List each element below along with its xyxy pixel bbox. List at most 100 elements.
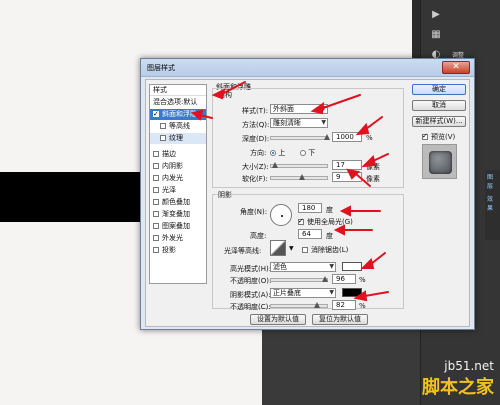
angle-input[interactable]: 180 bbox=[298, 203, 322, 213]
style-item-outer-glow[interactable]: 外发光 bbox=[150, 233, 206, 244]
depth-input[interactable]: 1000 bbox=[332, 132, 362, 142]
size-slider[interactable] bbox=[270, 162, 328, 168]
direction-down-radio[interactable] bbox=[300, 150, 306, 156]
global-light-checkbox[interactable] bbox=[298, 217, 304, 225]
style-item-bevel[interactable]: 斜面和浮雕 bbox=[150, 109, 206, 120]
style-preview-swatch bbox=[429, 151, 452, 174]
direction-up-option[interactable]: 上 bbox=[270, 148, 285, 158]
shadow-color-swatch[interactable] bbox=[342, 288, 362, 297]
highlight-color-swatch[interactable] bbox=[342, 262, 362, 271]
preview-checkbox[interactable] bbox=[422, 132, 428, 140]
satin-checkbox[interactable] bbox=[153, 187, 159, 193]
play-icon[interactable]: ▶ bbox=[429, 8, 443, 22]
layer-style-dialog: 图层样式 ✕ 样式 混合选项:默认 斜面和浮雕 等高线 纹理 描边 内阴影 内发… bbox=[140, 58, 475, 330]
altitude-input[interactable]: 64 bbox=[298, 229, 322, 239]
style-item-gradient-overlay[interactable]: 渐变叠加 bbox=[150, 209, 206, 220]
style-item-inner-glow[interactable]: 内发光 bbox=[150, 173, 206, 184]
style-item-label: 描边 bbox=[162, 150, 176, 158]
preview-label: 预览(V) bbox=[431, 133, 456, 141]
make-default-button[interactable]: 设置为默认值 bbox=[250, 314, 306, 325]
grid-icon[interactable]: ▦ bbox=[429, 28, 443, 42]
outer-glow-checkbox[interactable] bbox=[153, 235, 159, 241]
size-slider-thumb[interactable] bbox=[271, 162, 278, 168]
ok-button[interactable]: 确定 bbox=[412, 84, 466, 95]
direction-up-label: 上 bbox=[278, 149, 286, 157]
style-item-contour[interactable]: 等高线 bbox=[150, 121, 206, 132]
style-item-texture[interactable]: 纹理 bbox=[150, 133, 206, 144]
size-unit: 像素 bbox=[366, 163, 380, 171]
strip-label-layers[interactable]: 图层 bbox=[485, 170, 500, 192]
highlight-opacity-input[interactable]: 96 bbox=[332, 274, 356, 284]
new-style-button[interactable]: 新建样式(W)... bbox=[412, 116, 466, 127]
style-item-color-overlay[interactable]: 颜色叠加 bbox=[150, 197, 206, 208]
direction-up-radio[interactable] bbox=[270, 150, 276, 156]
style-item-pattern-overlay[interactable]: 图案叠加 bbox=[150, 221, 206, 232]
shadow-opacity-input[interactable]: 82 bbox=[332, 300, 356, 310]
style-item-drop-shadow[interactable]: 投影 bbox=[150, 245, 206, 256]
style-item-satin[interactable]: 光泽 bbox=[150, 185, 206, 196]
angle-dial[interactable] bbox=[270, 204, 292, 226]
watermark-brand: 脚本之家 bbox=[422, 377, 494, 398]
style-item-inner-shadow[interactable]: 内阴影 bbox=[150, 161, 206, 172]
bevel-style-select[interactable]: 外斜面 ▼ bbox=[270, 104, 328, 114]
style-label: 样式(T): bbox=[242, 107, 269, 115]
preview-option[interactable]: 预览(V) bbox=[422, 132, 455, 142]
depth-slider-thumb[interactable] bbox=[324, 134, 330, 140]
size-label: 大小(Z): bbox=[242, 163, 269, 171]
style-item-label: 纹理 bbox=[169, 134, 183, 142]
shadow-opacity-slider[interactable] bbox=[270, 302, 328, 308]
blend-options-item[interactable]: 混合选项:默认 bbox=[150, 97, 206, 108]
angle-label: 角度(N): bbox=[240, 208, 268, 216]
chevron-down-icon: ▼ bbox=[329, 289, 334, 296]
strip-label-effects[interactable]: 效果 bbox=[485, 192, 500, 214]
shadow-mode-label: 阴影模式(A): bbox=[230, 291, 271, 299]
direction-down-option[interactable]: 下 bbox=[300, 148, 315, 158]
bevel-style-value: 外斜面 bbox=[273, 105, 294, 113]
style-item-label: 外发光 bbox=[162, 234, 183, 242]
close-button[interactable]: ✕ bbox=[442, 61, 470, 74]
document-canvas-top bbox=[262, 0, 412, 60]
structure-title: 结构 bbox=[218, 91, 232, 99]
soften-slider[interactable] bbox=[270, 174, 328, 180]
highlight-mode-select[interactable]: 滤色 ▼ bbox=[270, 262, 336, 272]
texture-checkbox[interactable] bbox=[160, 135, 166, 141]
contour-checkbox[interactable] bbox=[160, 123, 166, 129]
dialog-title-bar[interactable]: 图层样式 ✕ bbox=[141, 59, 474, 77]
global-light-option[interactable]: 使用全局光(G) bbox=[298, 217, 353, 227]
depth-slider[interactable] bbox=[270, 134, 330, 140]
technique-value: 雕刻清晰 bbox=[273, 119, 301, 127]
direction-label: 方向: bbox=[250, 149, 267, 157]
shadow-opacity-label: 不透明度(C): bbox=[230, 303, 271, 311]
pattern-overlay-checkbox[interactable] bbox=[153, 223, 159, 229]
gloss-contour-picker[interactable] bbox=[270, 240, 286, 256]
soften-input[interactable]: 9 bbox=[332, 172, 362, 182]
soften-slider-thumb[interactable] bbox=[298, 174, 305, 180]
color-overlay-checkbox[interactable] bbox=[153, 199, 159, 205]
style-item-stroke[interactable]: 描边 bbox=[150, 149, 206, 160]
style-list: 样式 混合选项:默认 斜面和浮雕 等高线 纹理 描边 内阴影 内发光 光泽 颜色… bbox=[149, 84, 207, 284]
dialog-body: 样式 混合选项:默认 斜面和浮雕 等高线 纹理 描边 内阴影 内发光 光泽 颜色… bbox=[145, 79, 470, 327]
shadow-mode-value: 正片叠底 bbox=[273, 289, 301, 297]
antialias-label: 消除锯齿(L) bbox=[311, 246, 349, 254]
style-list-header[interactable]: 样式 bbox=[150, 85, 206, 96]
inner-shadow-checkbox[interactable] bbox=[153, 163, 159, 169]
shadow-mode-select[interactable]: 正片叠底 ▼ bbox=[270, 288, 336, 298]
stroke-checkbox[interactable] bbox=[153, 151, 159, 157]
technique-select[interactable]: 雕刻清晰 ▼ bbox=[270, 118, 328, 128]
antialias-option[interactable]: 消除锯齿(L) bbox=[302, 245, 348, 255]
antialias-checkbox[interactable] bbox=[302, 247, 308, 253]
highlight-opacity-slider[interactable] bbox=[270, 276, 328, 282]
inner-glow-checkbox[interactable] bbox=[153, 175, 159, 181]
reset-default-button[interactable]: 复位为默认值 bbox=[312, 314, 368, 325]
gradient-overlay-checkbox[interactable] bbox=[153, 211, 159, 217]
shadow-opacity-thumb[interactable] bbox=[313, 302, 320, 308]
bevel-checkbox[interactable] bbox=[153, 109, 159, 120]
drop-shadow-checkbox[interactable] bbox=[153, 247, 159, 253]
chevron-down-icon: ▼ bbox=[329, 263, 334, 270]
highlight-opacity-thumb[interactable] bbox=[321, 276, 328, 282]
soften-unit: 像素 bbox=[366, 175, 380, 183]
cancel-button[interactable]: 取消 bbox=[412, 100, 466, 111]
altitude-label: 高度: bbox=[250, 232, 267, 240]
size-input[interactable]: 17 bbox=[332, 160, 362, 170]
chevron-down-icon[interactable]: ▼ bbox=[289, 245, 294, 252]
